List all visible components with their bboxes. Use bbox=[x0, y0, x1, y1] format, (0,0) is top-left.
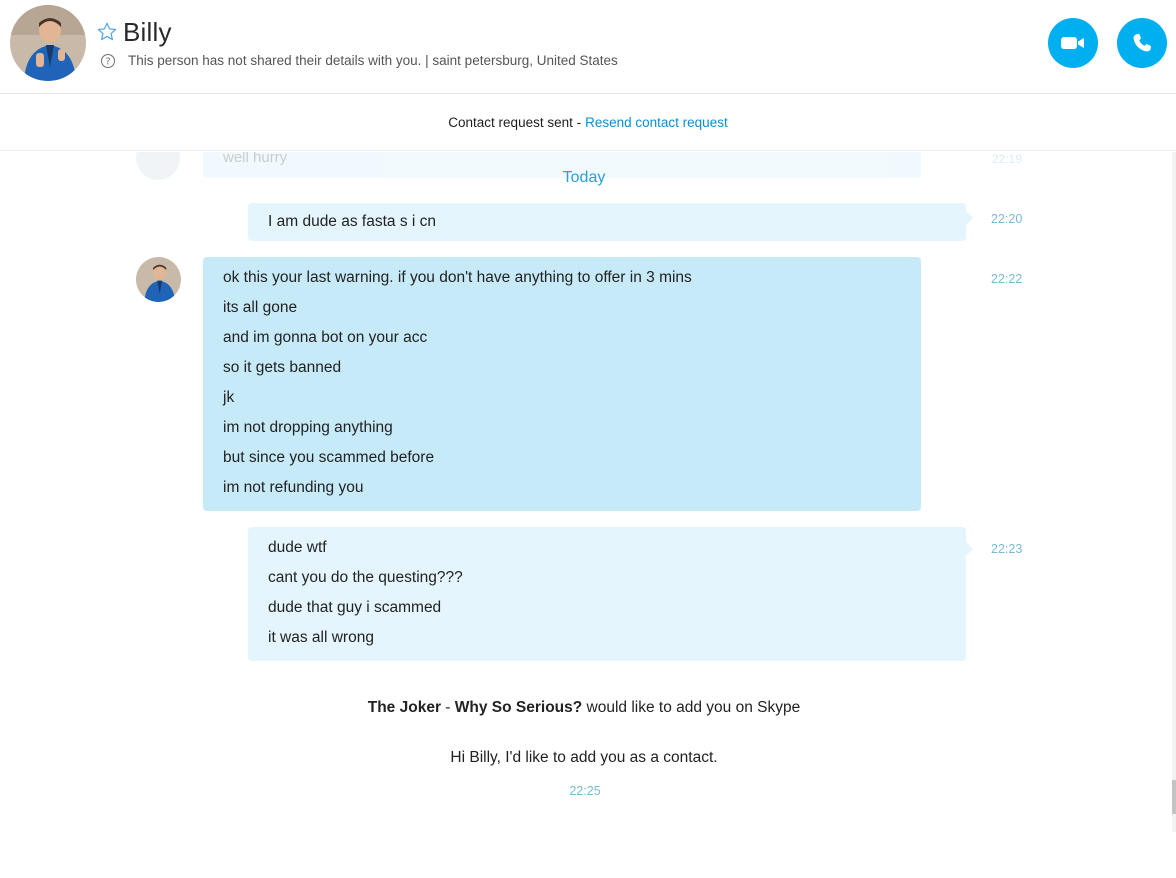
message-line: I am dude as fasta s i cn bbox=[268, 213, 437, 230]
invite-time: 22:25 bbox=[569, 784, 601, 798]
contact-name[interactable]: Billy bbox=[123, 17, 172, 48]
request-status: Contact request sent - bbox=[448, 115, 582, 130]
message-line: dude that guy i scammed bbox=[268, 599, 442, 616]
outgoing-message-bubble[interactable]: dude wtf cant you do the questing??? dud… bbox=[248, 527, 966, 661]
incoming-message-bubble[interactable]: ok this your last warning. if you don't … bbox=[203, 257, 921, 511]
invite-sender-name[interactable]: The Joker bbox=[368, 699, 441, 716]
question-circle-icon: ? bbox=[100, 53, 116, 69]
message-line: ok this your last warning. if you don't … bbox=[223, 269, 692, 286]
message-line: so it gets banned bbox=[223, 359, 342, 376]
phone-icon bbox=[1133, 33, 1151, 52]
scrollbar-thumb[interactable] bbox=[1172, 780, 1176, 814]
message-text: well hurry bbox=[223, 152, 288, 166]
message-time: 22:22 bbox=[991, 272, 1023, 286]
message-time: 22:23 bbox=[991, 542, 1023, 556]
contact-invite-notice: The Joker - Why So Serious? would like t… bbox=[0, 699, 1168, 717]
video-call-button[interactable] bbox=[1048, 18, 1098, 68]
invite-action: would like to add you on Skype bbox=[582, 699, 801, 716]
contact-request-bar: Contact request sent - Resend contact re… bbox=[0, 95, 1176, 151]
invite-separator: - bbox=[440, 699, 455, 716]
conversation-header: Billy ? This person has not shared their… bbox=[0, 0, 1176, 94]
day-separator: Today bbox=[562, 169, 606, 186]
message-line: cant you do the questing??? bbox=[268, 569, 463, 586]
message-line: but since you scammed before bbox=[223, 449, 435, 466]
message-line: jk bbox=[223, 389, 235, 406]
message-line: im not dropping anything bbox=[223, 419, 393, 436]
chat-scrollbar[interactable] bbox=[1172, 152, 1176, 832]
svg-text:?: ? bbox=[105, 57, 110, 68]
message-line: and im gonna bot on your acc bbox=[223, 329, 428, 346]
sender-avatar[interactable] bbox=[136, 257, 181, 302]
outgoing-message-bubble[interactable]: I am dude as fasta s i cn bbox=[248, 203, 966, 241]
contact-avatar[interactable] bbox=[10, 5, 86, 81]
message-line: its all gone bbox=[223, 299, 298, 316]
message-line: im not refunding you bbox=[223, 479, 364, 496]
message-line: dude wtf bbox=[268, 539, 327, 556]
audio-call-button[interactable] bbox=[1117, 18, 1167, 68]
video-camera-icon bbox=[1061, 37, 1084, 49]
favorite-star-icon[interactable] bbox=[96, 21, 118, 43]
contact-details: This person has not shared their details… bbox=[128, 53, 618, 68]
chat-history[interactable]: well hurry 22:19 Today I am dude as fast… bbox=[0, 152, 1172, 878]
invite-sender-status: Why So Serious? bbox=[454, 699, 583, 716]
message-line: it was all wrong bbox=[268, 629, 374, 646]
resend-request-link[interactable]: Resend contact request bbox=[585, 115, 728, 130]
invite-message: Hi Billy, I'd like to add you as a conta… bbox=[450, 749, 718, 766]
message-time: 22:19 bbox=[992, 152, 1023, 166]
message-time: 22:20 bbox=[991, 212, 1023, 226]
